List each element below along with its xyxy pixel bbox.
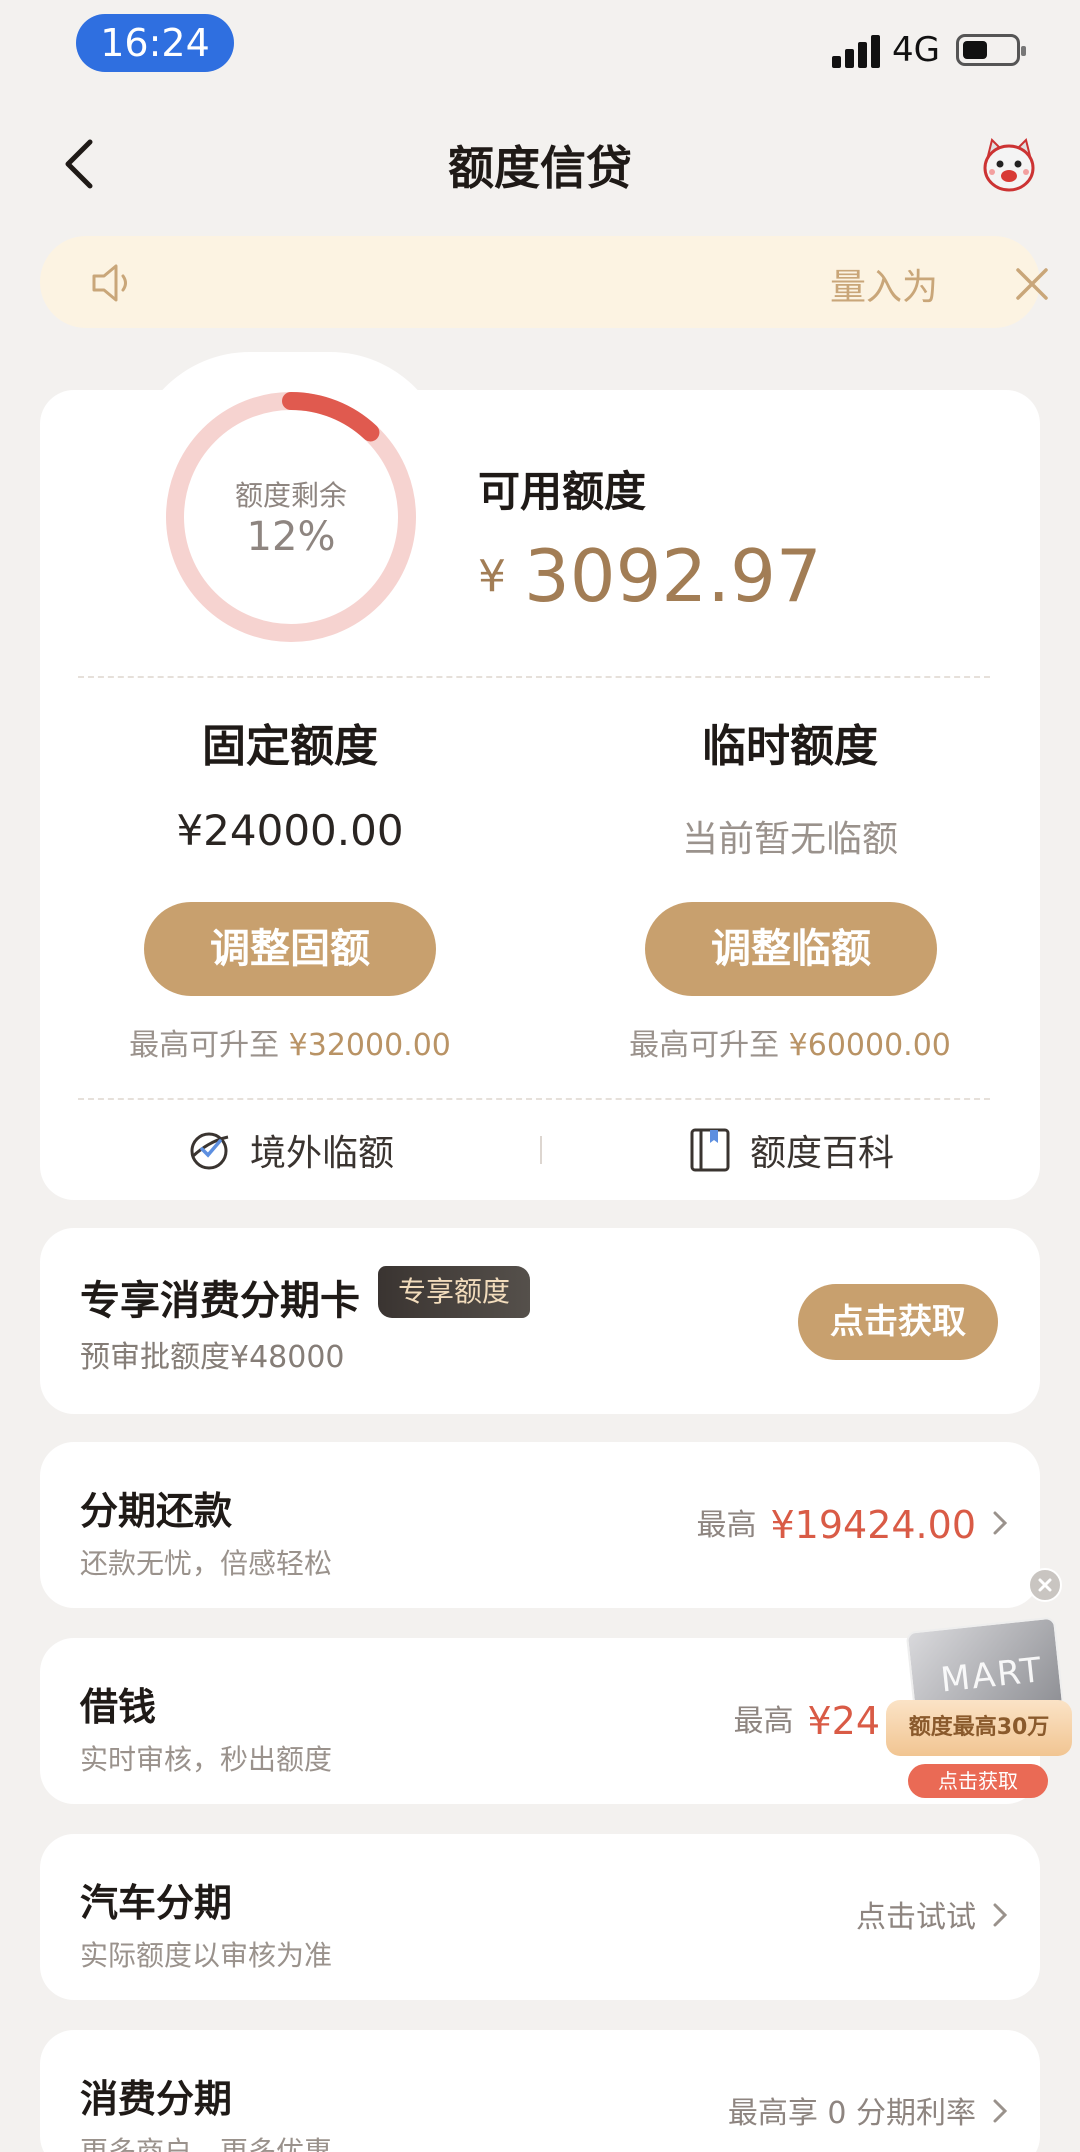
list-item-title: 消费分期	[80, 2077, 233, 2121]
close-icon[interactable]	[1012, 264, 1052, 304]
list-item-right-prefix: 点击试试	[856, 1900, 976, 1935]
temp-title: 临时额度	[702, 721, 878, 772]
chevron-right-icon	[993, 1903, 1008, 1927]
fixed-note-prefix: 最高可升至	[129, 1028, 280, 1063]
list-item-title: 汽车分期	[80, 1881, 233, 1925]
fixed-note: 最高可升至 ¥32000.00	[40, 1020, 540, 1064]
temp-value: 当前暂无临额	[681, 819, 898, 860]
list-item-subtitle: 实时审核，秒出额度	[80, 1743, 333, 1776]
list-item-right: 最高 ¥19424.00	[697, 1500, 977, 1547]
temp-note: 最高可升至 ¥60000.00	[540, 1020, 1040, 1064]
status-time: 16:24	[76, 14, 234, 72]
list-item-right: 最高 ¥24	[733, 1696, 880, 1743]
temp-note-amount: ¥60000.00	[788, 1028, 951, 1063]
list-item-subtitle: 还款无忧，倍感轻松	[80, 1547, 333, 1580]
limit-wiki-link[interactable]: 额度百科	[688, 1120, 894, 1180]
overseas-temp-limit-link[interactable]: 境外临额	[186, 1120, 394, 1180]
promo-title: 专享消费分期卡	[80, 1278, 360, 1324]
link-divider	[540, 1136, 542, 1164]
overseas-temp-limit-label: 境外临额	[250, 1133, 395, 1174]
ring-percent: 12%	[246, 514, 336, 560]
list-item-subtitle: 更多商户，更多优惠	[80, 2135, 333, 2152]
fixed-value: ¥24000.00	[176, 806, 404, 855]
notice-text: 量入为	[830, 267, 939, 308]
nav-bar: 额度信贷	[0, 110, 1080, 220]
promo-badge: 专享额度	[378, 1266, 531, 1318]
ring-label: 额度剩余	[234, 479, 347, 512]
float-ad-button[interactable]: 点击获取	[908, 1764, 1048, 1798]
float-ad-close-icon[interactable]	[1028, 1568, 1062, 1602]
chevron-right-icon	[993, 2099, 1008, 2123]
list-item-car-installment[interactable]: 汽车分期 实际额度以审核为准 点击试试	[40, 1834, 1040, 2000]
floating-ad[interactable]: MART 额度最高30万 点击获取	[876, 1600, 1080, 1810]
list-item-installment-repay[interactable]: 分期还款 还款无忧，倍感轻松 最高 ¥19424.00	[40, 1442, 1040, 1608]
list-item-right-prefix: 最高享 0 分期利率	[727, 2096, 976, 2131]
card-image-word: MART	[938, 1650, 1045, 1701]
available-label: 可用额度	[478, 467, 647, 516]
list-item-right-prefix: 最高	[733, 1704, 794, 1739]
chevron-right-icon	[993, 1511, 1008, 1535]
promo-subtitle: 预审批额度¥48000	[80, 1340, 345, 1375]
temp-note-prefix: 最高可升至	[629, 1028, 780, 1063]
list-item-subtitle: 实际额度以审核为准	[80, 1939, 333, 1972]
list-item-consumer-installment[interactable]: 消费分期 更多商户，更多优惠 最高享 0 分期利率	[40, 2030, 1040, 2152]
signal-icon	[832, 32, 882, 68]
fixed-title: 固定额度	[202, 721, 378, 772]
float-ad-ribbon: 额度最高30万	[886, 1700, 1072, 1756]
adjust-fixed-button[interactable]: 调整固额	[144, 902, 436, 996]
list-item-right-prefix: 最高	[696, 1508, 757, 1543]
currency-symbol: ¥	[478, 551, 506, 602]
battery-icon	[956, 34, 1026, 66]
list-item-title: 借钱	[80, 1685, 157, 1729]
list-item-right-amount: ¥19424.00	[770, 1503, 977, 1547]
speaker-icon	[92, 264, 127, 302]
promo-get-button[interactable]: 点击获取	[798, 1284, 998, 1360]
fixed-note-amount: ¥32000.00	[288, 1028, 451, 1063]
list-item-title: 分期还款	[80, 1489, 233, 1533]
divider	[78, 676, 990, 678]
divider	[78, 1098, 990, 1100]
adjust-temp-button[interactable]: 调整临额	[645, 902, 937, 996]
limit-wiki-label: 额度百科	[750, 1133, 895, 1174]
page-title: 额度信贷	[448, 141, 632, 195]
status-bar: 16:24 4G	[0, 0, 1080, 90]
globe-plane-icon	[190, 1132, 229, 1170]
available-amount-value: 3092.97	[524, 534, 822, 618]
list-item-right-amount: ¥24	[807, 1699, 880, 1743]
network-label: 4G	[892, 30, 940, 70]
list-item-right: 点击试试	[856, 1892, 976, 1936]
notice-bar[interactable]: 量入为	[40, 236, 1048, 328]
available-amount: ¥3092.97	[478, 534, 822, 618]
mascot-icon[interactable]	[978, 134, 1040, 196]
book-icon	[690, 1128, 730, 1172]
list-item-right: 最高享 0 分期利率	[728, 2088, 976, 2132]
